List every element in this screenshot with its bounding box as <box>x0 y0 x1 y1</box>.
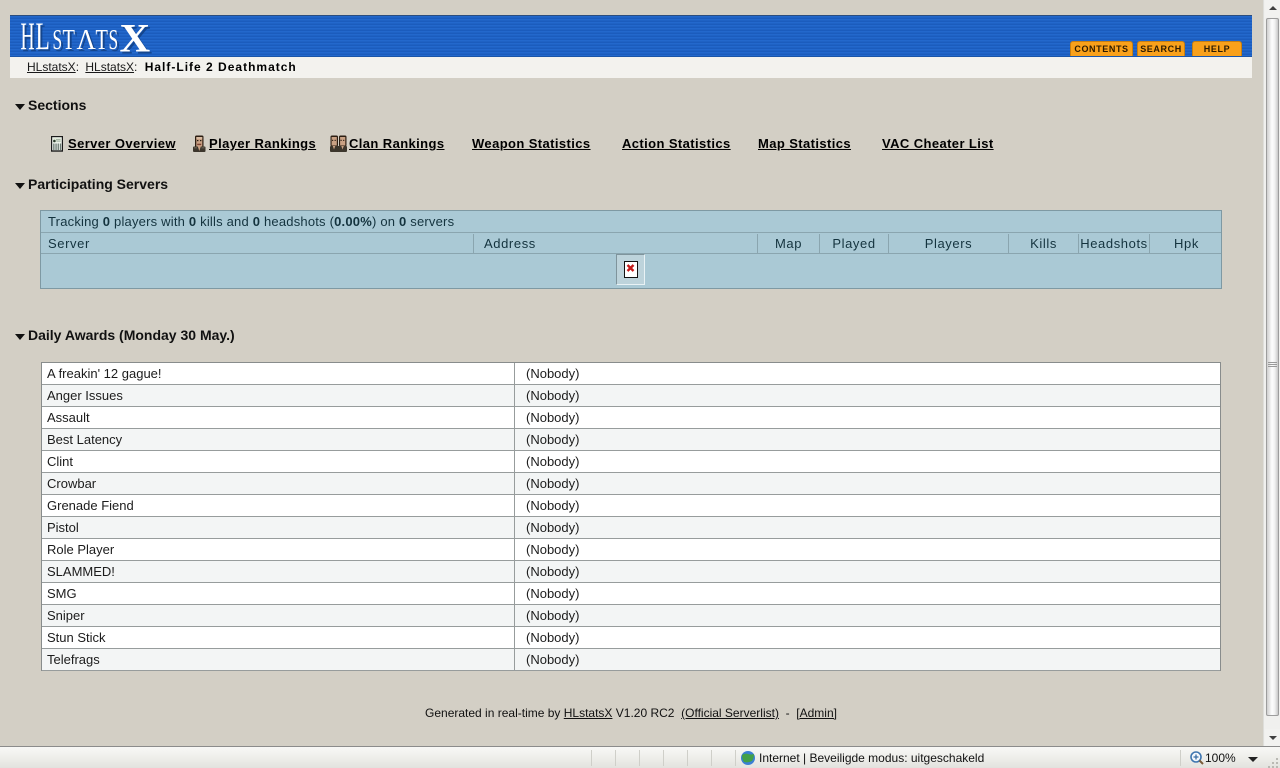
svg-text:S: S <box>109 25 119 57</box>
svg-text:T: T <box>96 25 108 56</box>
svg-text:S: S <box>53 25 63 57</box>
svg-text:X: X <box>120 16 151 58</box>
svg-text:T: T <box>63 25 75 56</box>
svg-text:L: L <box>36 16 50 57</box>
svg-text:Λ: Λ <box>77 24 96 56</box>
svg-text:H: H <box>21 16 35 58</box>
